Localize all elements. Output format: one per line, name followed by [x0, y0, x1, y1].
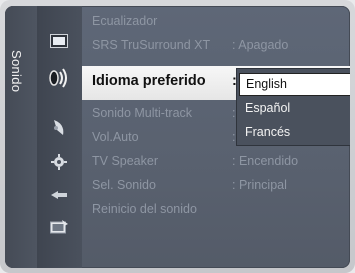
language-option-espanol[interactable]: Español [239, 97, 350, 120]
menu-frame: Sonido Ecualizador SRS TruSurround XT: … [0, 0, 355, 273]
menu-item-label: Idioma preferido [92, 73, 206, 89]
language-option-english[interactable]: English [239, 73, 350, 96]
menu-item-value: : Principal [232, 178, 287, 192]
menu-item-label: SRS TruSurround XT [92, 38, 211, 52]
menu-item-label: Vol.Auto [92, 130, 139, 144]
setup-icon[interactable] [47, 151, 71, 173]
menu-item-value: : [232, 130, 236, 144]
menu-item-label: TV Speaker [92, 154, 159, 168]
picture-icon[interactable] [47, 30, 71, 52]
menu-item-value: : [232, 106, 236, 120]
sound-icon[interactable] [41, 63, 77, 93]
language-dropdown[interactable]: English Español Francés [236, 68, 350, 146]
channel-icon[interactable] [47, 116, 71, 138]
menu-item-sel-sonido[interactable]: Sel. Sonido : Principal [92, 176, 287, 194]
menu-panel: Sonido Ecualizador SRS TruSurround XT: … [5, 6, 350, 268]
language-option-frances[interactable]: Francés [239, 121, 350, 144]
menu-item-value: : Encendido [232, 154, 299, 168]
menu-item-tv-speaker[interactable]: TV Speaker : Encendido [92, 152, 298, 170]
application-icon[interactable] [47, 216, 71, 238]
category-icon-column [37, 6, 82, 268]
section-title: Sonido [9, 50, 24, 93]
menu-item-ecualizador[interactable]: Ecualizador [92, 12, 157, 30]
input-icon[interactable] [47, 184, 71, 206]
menu-item-vol-auto[interactable]: Vol.Auto : [92, 128, 235, 146]
menu-item-label: Reinicio del sonido [92, 202, 197, 216]
menu-item-value: : Apagado [232, 38, 289, 52]
menu-item-label: Sonido Multi-track [92, 106, 193, 120]
menu-item-srs-trusurround[interactable]: SRS TruSurround XT : Apagado [92, 36, 288, 54]
section-strip: Sonido [5, 6, 37, 268]
menu-content: Ecualizador SRS TruSurround XT : Apagado… [82, 6, 350, 268]
menu-item-label: Ecualizador [92, 14, 158, 28]
menu-item-reinicio-del-sonido[interactable]: Reinicio del sonido [92, 200, 197, 218]
menu-item-sonido-multi-track[interactable]: Sonido Multi-track : [92, 104, 235, 122]
menu-item-label: Sel. Sonido [92, 178, 156, 192]
